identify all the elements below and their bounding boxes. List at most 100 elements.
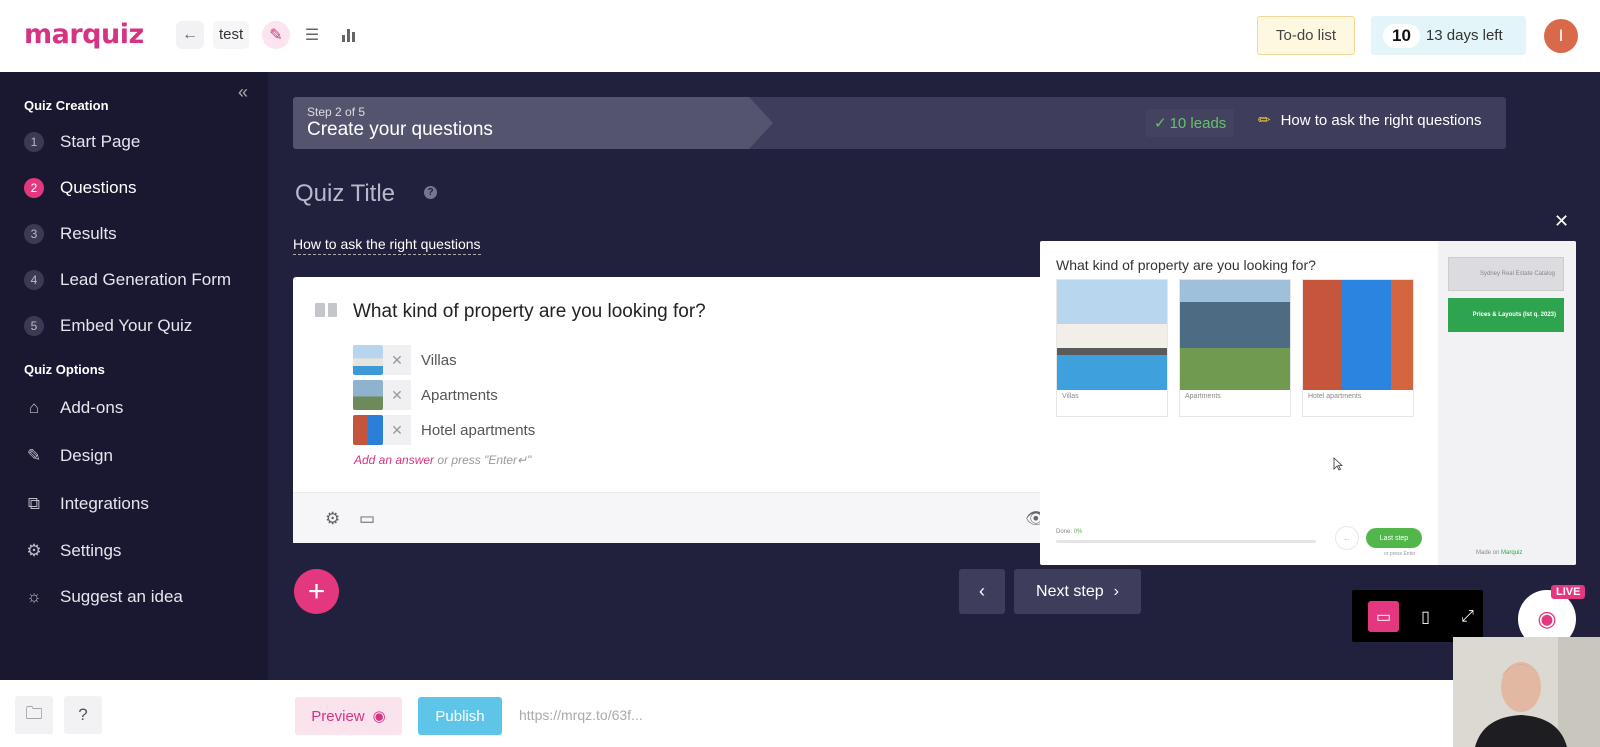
step-number: 1	[24, 132, 44, 152]
sidebar-item-design[interactable]: ✎ Design	[24, 441, 113, 471]
comment-icon[interactable]: ▭	[359, 509, 375, 529]
sidebar-item-label: Lead Generation Form	[60, 270, 232, 289]
sidebar: « Quiz Creation 1 Start Page 2 Questions…	[0, 72, 268, 680]
quiz-url[interactable]: https://mrqz.to/63f...	[519, 707, 643, 723]
step-number: 3	[24, 224, 44, 244]
answer-label[interactable]: Villas	[421, 352, 457, 369]
eye-icon: ◉	[1537, 606, 1557, 631]
sidebar-item-label: Suggest an idea	[60, 587, 183, 606]
next-step-button[interactable]: Next step ›	[1014, 569, 1141, 614]
preview-progress-bar	[1056, 540, 1316, 543]
gear-icon: ⚙	[26, 541, 42, 560]
publish-button[interactable]: Publish	[418, 697, 502, 735]
bottom-bar: 🗀 ? Preview ◉ Publish https://mrqz.to/63…	[0, 680, 1600, 747]
remove-answer-icon[interactable]: ✕	[383, 345, 411, 375]
drag-handle-icon[interactable]	[315, 303, 337, 317]
add-question-button[interactable]: +	[294, 569, 339, 614]
fullscreen-icon[interactable]: ⤢	[1452, 601, 1483, 632]
live-badge: LIVE	[1551, 585, 1586, 599]
answer-item: ✕ Hotel apartments	[353, 414, 535, 446]
section-quiz-options: Quiz Options	[24, 362, 105, 377]
answer-label[interactable]: Apartments	[421, 387, 498, 404]
step-number: 4	[24, 270, 44, 290]
sidebar-item-lead-form[interactable]: 4 Lead Generation Form	[24, 265, 231, 295]
help-icon[interactable]: ?	[64, 696, 102, 734]
top-bar: marquiz ← test ✎ ☰ To-do list 10 13 days…	[0, 0, 1600, 72]
answer-item: ✕ Villas	[353, 344, 457, 376]
tag-icon: ⌂	[28, 398, 40, 417]
history-folder-icon[interactable]: 🗀	[15, 696, 53, 734]
eye-icon: ◉	[372, 708, 386, 725]
plug-icon: ⧉	[27, 494, 41, 513]
list-icon[interactable]: ☰	[298, 21, 326, 49]
preview-last-step-button[interactable]: Last step	[1366, 528, 1422, 548]
sidebar-item-questions[interactable]: 2 Questions	[24, 173, 137, 203]
back-arrow-icon[interactable]: ←	[176, 21, 204, 49]
answer-thumbnail[interactable]	[353, 415, 383, 445]
step-counter: Step 2 of 5	[307, 105, 366, 119]
sidebar-item-addons[interactable]: ⌂ Add-ons	[24, 393, 123, 423]
collapse-sidebar-icon[interactable]: «	[238, 82, 248, 103]
preview-caption: Villas	[1062, 393, 1079, 400]
made-on-brand: Marquiz	[1501, 550, 1523, 556]
preview-answer-card[interactable]: Hotel apartments	[1302, 279, 1414, 417]
made-on-label: Made on	[1476, 550, 1500, 556]
step-number: 2	[24, 178, 44, 198]
made-on-marquiz[interactable]: Made on Marquiz	[1476, 550, 1522, 556]
next-step-label: Next step	[1036, 582, 1104, 600]
gear-icon[interactable]: ⚙	[325, 509, 340, 529]
preview-sidebar: Sydney Real Estate Catalog Prices & Layo…	[1438, 241, 1576, 565]
sidebar-item-results[interactable]: 3 Results	[24, 219, 117, 249]
sidebar-item-start-page[interactable]: 1 Start Page	[24, 127, 140, 157]
preview-progress-label: Done: 0%	[1056, 529, 1082, 535]
add-answer-link[interactable]: Add an answer	[354, 453, 434, 467]
sidebar-item-label: Settings	[60, 541, 122, 560]
preview-answer-card[interactable]: Apartments	[1179, 279, 1291, 417]
preview-prices-item[interactable]: Prices & Layouts (Ist q. 2023)	[1448, 298, 1564, 332]
remove-answer-icon[interactable]: ✕	[383, 380, 411, 410]
preview-back-button[interactable]: ←	[1335, 526, 1359, 550]
sidebar-item-label: Results	[60, 224, 117, 243]
avatar[interactable]: I	[1544, 19, 1578, 53]
sidebar-item-settings[interactable]: ⚙ Settings	[24, 536, 121, 566]
preview-caption: Hotel apartments	[1308, 393, 1362, 400]
answer-thumbnail[interactable]	[353, 380, 383, 410]
sidebar-item-label: Questions	[60, 178, 137, 197]
quiz-preview-panel: What kind of property are you looking fo…	[1040, 241, 1576, 565]
leads-count: 10 leads	[1169, 114, 1227, 132]
days-count: 10	[1383, 23, 1420, 48]
presenter-video	[1453, 637, 1600, 747]
preview-answer-card[interactable]: Villas	[1056, 279, 1168, 417]
pencil-icon[interactable]: ✎	[262, 21, 290, 49]
howto-link[interactable]: How to ask the right questions	[293, 236, 481, 255]
todo-list-button[interactable]: To-do list	[1257, 16, 1355, 55]
bar-chart-icon[interactable]	[334, 21, 362, 49]
sidebar-item-suggest-idea[interactable]: ☼ Suggest an idea	[24, 582, 183, 612]
done-label: Done:	[1056, 529, 1073, 535]
leads-badge[interactable]: ✓ 10 leads	[1146, 109, 1235, 137]
preview-catalog-item[interactable]: Sydney Real Estate Catalog	[1448, 257, 1564, 291]
quiz-name[interactable]: test	[213, 21, 250, 49]
trial-days-badge[interactable]: 10 13 days left	[1371, 16, 1526, 55]
sidebar-item-embed[interactable]: 5 Embed Your Quiz	[24, 311, 192, 341]
answer-label[interactable]: Hotel apartments	[421, 422, 535, 439]
desktop-view-icon[interactable]: ▭	[1368, 601, 1399, 632]
remove-answer-icon[interactable]: ✕	[383, 415, 411, 445]
preview-caption: Apartments	[1185, 393, 1221, 400]
sidebar-item-label: Start Page	[60, 132, 141, 151]
step-title: Create your questions	[307, 119, 493, 140]
preview-enter-hint: or press Enter	[1384, 551, 1416, 557]
sidebar-item-integrations[interactable]: ⧉ Integrations	[24, 489, 149, 519]
howto-link-top[interactable]: ✏ How to ask the right questions	[1258, 111, 1482, 130]
help-icon[interactable]: ?	[424, 186, 437, 199]
question-text[interactable]: What kind of property are you looking fo…	[353, 301, 706, 323]
preview-button[interactable]: Preview ◉	[295, 697, 402, 735]
prev-step-button[interactable]: ‹	[959, 569, 1005, 614]
close-preview-icon[interactable]: ✕	[1554, 211, 1569, 232]
answer-thumbnail[interactable]	[353, 345, 383, 375]
quiz-title-input[interactable]: Quiz Title	[295, 180, 395, 208]
mobile-view-icon[interactable]: ▯	[1410, 601, 1441, 632]
lightbulb-icon: ☼	[26, 587, 42, 606]
step-progress-bar: Step 2 of 5 Create your questions ✓ 10 l…	[293, 97, 1506, 149]
logo[interactable]: marquiz	[24, 19, 144, 50]
